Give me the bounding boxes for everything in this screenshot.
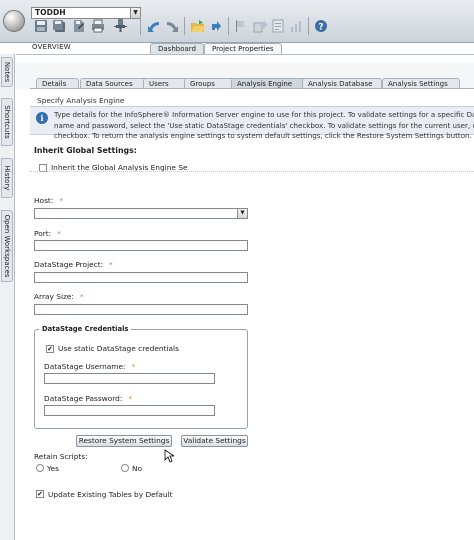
- update-tables-label: Update Existing Tables by Default: [48, 490, 173, 499]
- host-select[interactable]: ▼: [34, 208, 248, 219]
- username-input[interactable]: [44, 373, 215, 384]
- chevron-down-icon[interactable]: ▼: [237, 209, 247, 218]
- help-arrow-icon[interactable]: [208, 18, 223, 33]
- required-marker: *: [128, 394, 133, 403]
- overview-label[interactable]: OVERVIEW: [32, 43, 87, 51]
- toolbar-divider: [308, 17, 309, 35]
- restore-system-settings-button[interactable]: Restore System Settings: [76, 435, 172, 447]
- save-all-icon[interactable]: [51, 18, 66, 33]
- static-credentials-label: Use static DataStage credentials: [58, 344, 179, 353]
- tab-dashboard[interactable]: Dashboard: [150, 43, 204, 54]
- mouse-cursor-icon: [164, 449, 176, 465]
- section-heading: Specify Analysis Engine: [37, 96, 125, 105]
- project-label: DataStage Project: *: [34, 260, 113, 269]
- flag-icon[interactable]: [233, 18, 248, 33]
- required-marker: *: [79, 292, 84, 301]
- inherit-title: Inherit Global Settings:: [34, 146, 137, 155]
- divider: [30, 171, 474, 172]
- tab-project-properties[interactable]: Project Properties: [204, 43, 282, 54]
- credentials-legend: DataStage Credentials: [39, 325, 132, 333]
- update-tables-checkbox[interactable]: ✔: [36, 490, 44, 498]
- validate-settings-button[interactable]: Validate Settings: [181, 435, 248, 447]
- app-orb-icon[interactable]: [3, 10, 25, 32]
- toolbar-divider: [184, 17, 185, 35]
- left-dock: Notes Shortcuts History Open Workspaces: [0, 54, 15, 540]
- retain-yes-label: Yes: [47, 464, 59, 473]
- retain-scripts-label: Retain Scripts:: [34, 452, 88, 461]
- retain-no-label: No: [132, 464, 143, 473]
- chart-icon[interactable]: [288, 18, 303, 33]
- toolbar-divider: [140, 17, 141, 35]
- retain-no-radio[interactable]: [121, 464, 129, 472]
- export-icon[interactable]: [252, 18, 267, 33]
- info-text: Type details for the InfoSphere® Informa…: [54, 110, 474, 140]
- sub-tab-bar: Details Data Sources Users Groups Analys…: [16, 63, 474, 89]
- svg-text:?: ?: [318, 22, 323, 32]
- host-label: Host: *: [34, 196, 64, 205]
- dock-tab-open-workspaces[interactable]: Open Workspaces: [1, 210, 13, 282]
- save-as-icon[interactable]: [71, 18, 86, 33]
- print-icon[interactable]: [90, 18, 105, 33]
- report-icon[interactable]: [270, 18, 285, 33]
- dock-tab-notes[interactable]: Notes: [1, 57, 13, 87]
- dock-tab-history[interactable]: History: [1, 158, 13, 198]
- required-marker: *: [59, 196, 64, 205]
- retain-yes-radio[interactable]: [36, 464, 44, 472]
- user-name: TODDH: [35, 8, 66, 17]
- chevron-down-icon[interactable]: ▼: [130, 8, 140, 18]
- project-input[interactable]: [34, 272, 248, 283]
- static-credentials-checkbox[interactable]: ✔: [46, 345, 54, 353]
- info-icon: i: [36, 112, 48, 124]
- forward-arrow-icon[interactable]: [164, 18, 179, 33]
- back-arrow-icon[interactable]: [146, 18, 161, 33]
- open-folder-icon[interactable]: [190, 18, 205, 33]
- save-icon[interactable]: [33, 18, 48, 33]
- required-marker: *: [131, 362, 136, 371]
- info-panel: i Type details for the InfoSphere® Infor…: [30, 106, 474, 140]
- dock-tab-shortcuts[interactable]: Shortcuts: [1, 98, 13, 146]
- help-icon[interactable]: ?: [313, 18, 328, 33]
- tab-underline: [30, 88, 474, 89]
- required-marker: *: [57, 229, 61, 238]
- password-input[interactable]: [44, 405, 215, 416]
- top-toolbar: TODDH ▼ ?: [0, 0, 474, 43]
- required-marker: *: [109, 260, 113, 269]
- password-label: DataStage Password: *: [44, 394, 133, 403]
- toolbar-divider: [228, 17, 229, 35]
- username-label: DataStage Username: *: [44, 362, 136, 371]
- port-label: Port: *: [34, 229, 61, 238]
- array-size-input[interactable]: [34, 304, 248, 315]
- connect-icon[interactable]: [113, 18, 128, 33]
- port-input[interactable]: [34, 240, 248, 251]
- array-size-label: Array Size: *: [34, 292, 84, 301]
